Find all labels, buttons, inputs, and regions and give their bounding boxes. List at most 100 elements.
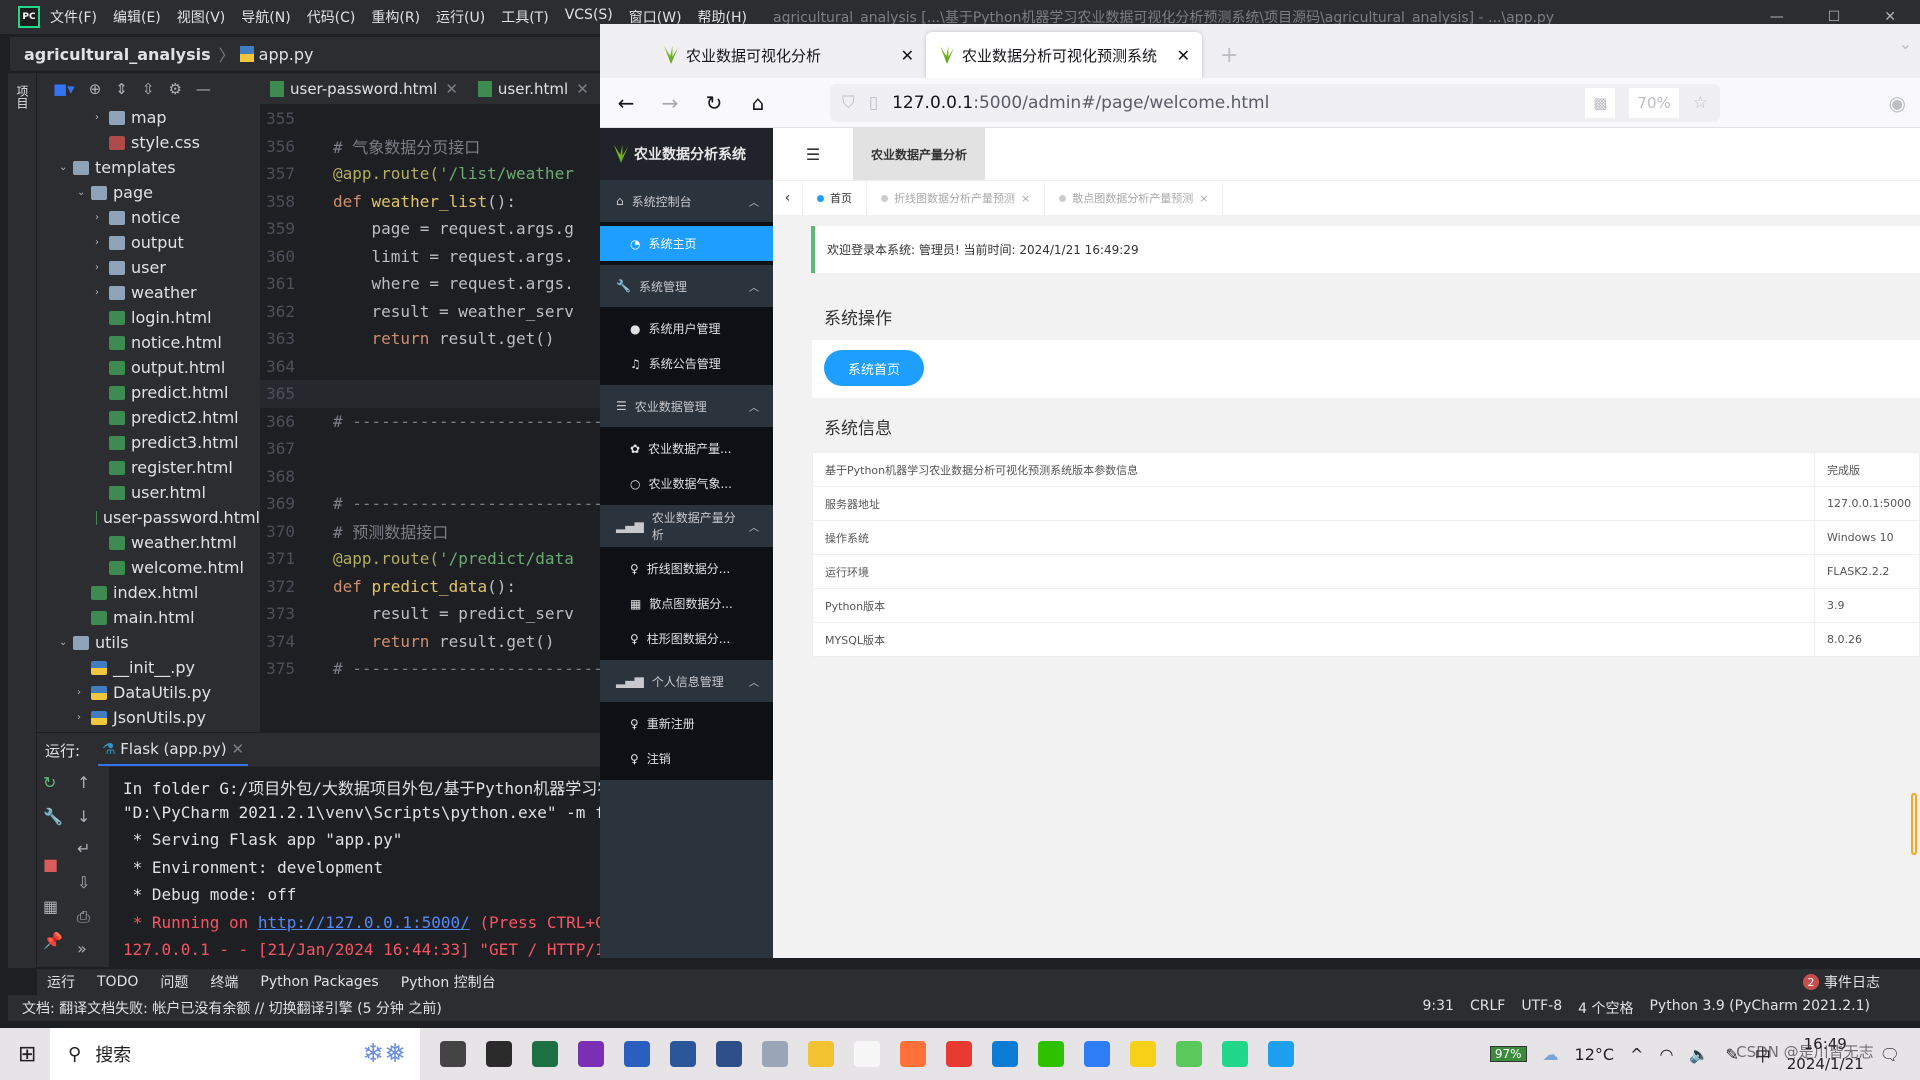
clock[interactable]: 16:49 2024/1/21 CSDN @是川皆无志: [1736, 1034, 1874, 1074]
menu-item[interactable]: ▦ 散点图数据分...: [600, 586, 773, 621]
scroll-end-icon[interactable]: ⇩: [77, 873, 90, 892]
wechat-icon[interactable]: [1038, 1041, 1064, 1067]
tree-item[interactable]: register.html: [37, 455, 260, 480]
tree-item[interactable]: main.html: [37, 605, 260, 630]
code-line[interactable]: 367: [260, 435, 600, 463]
tree-item[interactable]: › DataUtils.py: [37, 680, 260, 705]
image-viewer-icon[interactable]: [762, 1041, 788, 1067]
temperature[interactable]: 12°C: [1575, 1045, 1615, 1064]
status-item[interactable]: 9:31: [1423, 998, 1454, 1018]
tree-item[interactable]: › user: [37, 255, 260, 280]
code-line[interactable]: 360 limit = request.args.: [260, 243, 600, 271]
wrench-icon[interactable]: 🔧: [43, 807, 63, 826]
pin-icon[interactable]: 📌: [43, 931, 63, 950]
menu-group[interactable]: ⌂ 系统控制台 ︿: [600, 180, 773, 222]
menu-item[interactable]: ✿ 农业数据产量...: [600, 431, 773, 466]
taskbar-search[interactable]: ⚲ 搜索 ❄❅: [50, 1028, 420, 1080]
menu-item[interactable]: ◔ 系统主页: [600, 226, 773, 261]
menu-group[interactable]: ▂▄▆ 个人信息管理 ︿: [600, 660, 773, 702]
task-view-icon[interactable]: [440, 1041, 466, 1067]
status-item[interactable]: UTF-8: [1521, 998, 1562, 1018]
code-line[interactable]: 363 return result.get(): [260, 325, 600, 353]
tree-item[interactable]: index.html: [37, 580, 260, 605]
view-select-icon[interactable]: ■▾: [53, 80, 75, 98]
home-button[interactable]: ⌂: [736, 91, 780, 115]
code-line[interactable]: 369 # ---------------------------: [260, 490, 600, 518]
file-explorer-icon[interactable]: [808, 1041, 834, 1067]
close-window-icon[interactable]: ✕: [1884, 9, 1896, 25]
code-editor[interactable]: 355 356 # 气象数据分页接口 357 @app.route('/list/wea…: [260, 105, 600, 732]
code-line[interactable]: 356 # 气象数据分页接口: [260, 133, 600, 161]
expand-arrow-icon[interactable]: ⌄: [59, 637, 73, 648]
status-item[interactable]: CRLF: [1470, 998, 1505, 1018]
menu-item[interactable]: ♀ 柱形图数据分...: [600, 621, 773, 656]
minimize-icon[interactable]: —: [1770, 9, 1784, 25]
code-line[interactable]: 372 def predict_data ():: [260, 573, 600, 601]
tool-window-button[interactable]: Python Packages: [260, 974, 378, 990]
tabs-scroll-left-icon[interactable]: ‹: [773, 180, 803, 216]
menu-item[interactable]: 文件(F): [50, 7, 97, 27]
sticky-notes-icon[interactable]: [486, 1041, 512, 1067]
editor-tab[interactable]: user-password.html ✕: [260, 80, 468, 98]
tree-item[interactable]: user.html: [37, 480, 260, 505]
menu-group[interactable]: ☰ 农业数据管理 ︿: [600, 385, 773, 427]
tree-item[interactable]: weather.html: [37, 530, 260, 555]
close-tab-icon[interactable]: ✕: [1177, 46, 1190, 65]
notification-icon[interactable]: 🗨: [1880, 1045, 1900, 1064]
expand-arrow-icon[interactable]: ›: [95, 112, 109, 123]
chevron-up-icon[interactable]: ︿: [749, 279, 759, 294]
tree-item[interactable]: › output: [37, 230, 260, 255]
locate-icon[interactable]: ⊕: [89, 80, 102, 98]
page-tab[interactable]: 散点图数据分析产量预测 ×: [1045, 180, 1224, 216]
address-bar[interactable]: ⛉ ▯ 127.0.0.1:5000/admin#/page/welcome.h…: [830, 83, 1720, 122]
chevron-up-icon[interactable]: ︿: [749, 519, 759, 534]
firefox-icon[interactable]: [900, 1041, 926, 1067]
qr-code-icon[interactable]: ▩: [1585, 87, 1616, 118]
windows-start-icon[interactable]: ⊞: [18, 1042, 36, 1067]
bookmark-star-icon[interactable]: ☆: [1693, 93, 1708, 113]
tree-item[interactable]: login.html: [37, 305, 260, 330]
ie-edge-icon[interactable]: [1268, 1041, 1294, 1067]
layout-icon[interactable]: ▦: [43, 897, 58, 916]
code-line[interactable]: 365: [260, 380, 600, 408]
status-message[interactable]: 文档: 翻译文档失败: 帐户已没有余额 // 切换翻译引擎 (5 分钟 之前): [22, 998, 442, 1018]
app-logo[interactable]: 农业数据分析系统: [600, 128, 773, 180]
code-line[interactable]: 371 @app.route('/predict/data: [260, 545, 600, 573]
tool-window-button[interactable]: 终端: [210, 972, 238, 992]
menu-group[interactable]: 🔧 系统管理 ︿: [600, 265, 773, 307]
close-tab-icon[interactable]: ✕: [445, 80, 458, 98]
menu-item[interactable]: 运行(U): [436, 7, 485, 27]
code-line[interactable]: 366 # ---------------------------: [260, 408, 600, 436]
system-home-button[interactable]: 系统首页: [824, 350, 924, 386]
header-tab[interactable]: 农业数据产量分析: [853, 128, 986, 180]
menu-item[interactable]: 导航(N): [241, 7, 290, 27]
stop-icon[interactable]: ■: [43, 855, 58, 874]
account-icon[interactable]: ◉: [1889, 91, 1906, 115]
maximize-icon[interactable]: ☐: [1828, 9, 1841, 25]
collapse-all-icon[interactable]: ⇳: [142, 80, 155, 98]
print-icon[interactable]: ⎙: [77, 907, 90, 927]
tree-item[interactable]: › map: [37, 105, 260, 130]
edge-icon[interactable]: [992, 1041, 1018, 1067]
menu-item[interactable]: 工具(T): [501, 7, 548, 27]
menu-item[interactable]: 重构(R): [371, 7, 420, 27]
tree-item[interactable]: notice.html: [37, 330, 260, 355]
chevron-up-icon[interactable]: ︿: [749, 399, 759, 414]
code-line[interactable]: 375 # ---------------------------: [260, 655, 600, 683]
code-line[interactable]: 357 @app.route('/list/weather: [260, 160, 600, 188]
tree-item[interactable]: › weather: [37, 280, 260, 305]
status-item[interactable]: 4 个空格: [1578, 998, 1633, 1018]
code-line[interactable]: 368: [260, 463, 600, 491]
tree-item[interactable]: predict2.html: [37, 405, 260, 430]
code-line[interactable]: 364: [260, 353, 600, 381]
expand-arrow-icon[interactable]: ›: [77, 687, 91, 698]
menu-item[interactable]: ○ 农业数据气象...: [600, 466, 773, 501]
code-line[interactable]: 358 def weather_list ():: [260, 188, 600, 216]
project-tool-button[interactable]: 项目: [14, 85, 31, 109]
close-tab-icon[interactable]: ×: [1199, 192, 1208, 205]
tree-item[interactable]: predict.html: [37, 380, 260, 405]
chevron-up-icon[interactable]: ︿: [749, 674, 759, 689]
excel-icon[interactable]: [532, 1041, 558, 1067]
menu-group[interactable]: ▂▄▆ 农业数据产量分析 ︿: [600, 505, 773, 547]
menu-item[interactable]: ♀ 折线图数据分...: [600, 551, 773, 586]
